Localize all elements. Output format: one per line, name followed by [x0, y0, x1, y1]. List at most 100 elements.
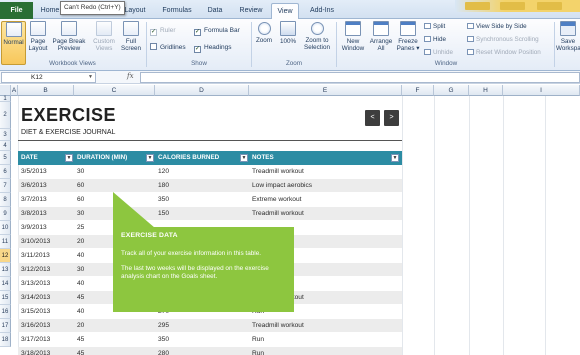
cell-calories[interactable]: 150: [155, 207, 169, 220]
cell-duration[interactable]: 20: [74, 319, 84, 332]
cell-notes[interactable]: Extreme workout: [249, 193, 301, 206]
cell-calories[interactable]: 350: [155, 193, 169, 206]
new-window-button[interactable]: New Window: [339, 21, 367, 52]
filter-dropdown-icon[interactable]: ▼: [65, 154, 73, 162]
zoom-100-button[interactable]: 100%: [277, 21, 299, 45]
cell-date[interactable]: 3/12/2013: [18, 263, 50, 276]
table-row[interactable]: 3/17/2013 45 350 Run: [18, 333, 402, 346]
row-header-9[interactable]: 9: [0, 207, 11, 221]
cell-date[interactable]: 3/18/2013: [18, 347, 50, 355]
freeze-panes-button[interactable]: Freeze Panes ▾: [395, 21, 421, 52]
cell-duration[interactable]: 40: [74, 305, 84, 318]
unhide-button[interactable]: Unhide: [424, 48, 453, 57]
tab-review[interactable]: Review: [234, 3, 268, 19]
cell-date[interactable]: 3/5/2013: [18, 165, 47, 178]
tab-data[interactable]: Data: [201, 3, 229, 19]
table-row[interactable]: 3/5/2013 30 120 Treadmill workout: [18, 165, 402, 178]
row-header-13[interactable]: 13: [0, 263, 11, 277]
cell-notes[interactable]: Run: [249, 333, 264, 346]
row-header-8[interactable]: 8: [0, 193, 11, 207]
headings-checkbox[interactable]: ✓ Headings: [194, 43, 231, 53]
cell-notes[interactable]: Treadmill workout: [249, 165, 304, 178]
row-header-6[interactable]: 6: [0, 165, 11, 179]
row-header-15[interactable]: 15: [0, 291, 11, 305]
cell-notes[interactable]: Treadmill workout: [249, 319, 304, 332]
ruler-checkbox[interactable]: ✓ Ruler: [150, 26, 176, 36]
row-header-16[interactable]: 16: [0, 305, 11, 319]
filter-dropdown-icon[interactable]: ▼: [240, 154, 248, 162]
column-header-d[interactable]: D: [155, 85, 249, 96]
gridlines-checkbox[interactable]: Gridlines: [150, 43, 186, 52]
cell-duration[interactable]: 45: [74, 347, 84, 355]
cell-duration[interactable]: 30: [74, 263, 84, 276]
column-header-b[interactable]: B: [18, 85, 74, 96]
cell-date[interactable]: 3/14/2013: [18, 291, 50, 304]
cell-notes[interactable]: Low impact aerobics: [249, 179, 312, 192]
formula-input[interactable]: [140, 72, 580, 83]
split-button[interactable]: Split: [424, 22, 445, 31]
row-header-3[interactable]: 3: [0, 129, 11, 141]
synchronous-scrolling-button[interactable]: Synchronous Scrolling: [467, 35, 539, 44]
cell-date[interactable]: 3/6/2013: [18, 179, 47, 192]
cell-duration[interactable]: 20: [74, 235, 84, 248]
cell-duration[interactable]: 30: [74, 207, 84, 220]
normal-view-button[interactable]: Normal: [1, 21, 26, 65]
table-row[interactable]: 3/18/2013 45 280 Run: [18, 347, 402, 355]
full-screen-button[interactable]: Full Screen: [119, 21, 143, 52]
column-header-f[interactable]: F: [402, 85, 434, 96]
cell-date[interactable]: 3/7/2013: [18, 193, 47, 206]
cell-duration[interactable]: 60: [74, 179, 84, 192]
cell-calories[interactable]: 180: [155, 179, 169, 192]
cell-duration[interactable]: 40: [74, 249, 84, 262]
column-header-a[interactable]: A: [11, 85, 18, 96]
tab-add-ins[interactable]: Add-Ins: [305, 3, 339, 19]
custom-views-button[interactable]: Custom Views: [90, 21, 118, 52]
cell-duration[interactable]: 45: [74, 291, 84, 304]
table-row[interactable]: 3/16/2013 20 295 Treadmill workout: [18, 319, 402, 332]
row-header-4[interactable]: 4: [0, 141, 11, 151]
name-box[interactable]: K12 ▼: [1, 72, 96, 83]
cell-calories[interactable]: 350: [155, 333, 169, 346]
cell-calories[interactable]: 280: [155, 347, 169, 355]
cell-date[interactable]: 3/9/2013: [18, 221, 47, 234]
column-header-e[interactable]: E: [249, 85, 402, 96]
filter-dropdown-icon[interactable]: ▼: [391, 154, 399, 162]
save-workspace-button[interactable]: Save Workspa...: [556, 21, 580, 52]
tab-formulas[interactable]: Formulas: [158, 3, 196, 19]
cell-notes[interactable]: Treadmill workout: [249, 207, 304, 220]
cell-date[interactable]: 3/11/2013: [18, 249, 50, 262]
cell-date[interactable]: 3/13/2013: [18, 277, 50, 290]
formula-bar-checkbox[interactable]: ✓ Formula Bar: [194, 26, 240, 36]
table-row[interactable]: 3/7/2013 60 350 Extreme workout: [18, 193, 402, 206]
chevron-down-icon[interactable]: ▼: [88, 73, 93, 82]
column-header-i[interactable]: I: [503, 85, 580, 96]
previous-sheet-button[interactable]: <: [365, 110, 380, 126]
tab-view[interactable]: View: [271, 3, 299, 19]
reset-window-position-button[interactable]: Reset Window Position: [467, 48, 541, 57]
cell-date[interactable]: 3/10/2013: [18, 235, 50, 248]
row-header-18[interactable]: 18: [0, 333, 11, 347]
cell-date[interactable]: 3/17/2013: [18, 333, 50, 346]
row-header-12[interactable]: 12: [0, 249, 11, 263]
row-header-2[interactable]: 2: [0, 102, 11, 129]
row-header-11[interactable]: 11: [0, 235, 11, 249]
cell-duration[interactable]: 45: [74, 333, 84, 346]
view-side-by-side-button[interactable]: View Side by Side: [467, 22, 527, 31]
select-all-corner[interactable]: [0, 85, 11, 96]
cell-duration[interactable]: 40: [74, 277, 84, 290]
hide-button[interactable]: Hide: [424, 35, 446, 44]
cell-duration[interactable]: 30: [74, 165, 84, 178]
cell-calories[interactable]: 295: [155, 319, 169, 332]
page-layout-button[interactable]: Page Layout: [27, 21, 49, 52]
column-header-c[interactable]: C: [74, 85, 155, 96]
row-header-17[interactable]: 17: [0, 319, 11, 333]
column-header-h[interactable]: H: [469, 85, 503, 96]
cell-notes[interactable]: Run: [249, 347, 264, 355]
row-header-14[interactable]: 14: [0, 277, 11, 291]
cell-date[interactable]: 3/16/2013: [18, 319, 50, 332]
cell-calories[interactable]: 120: [155, 165, 169, 178]
cell-duration[interactable]: 25: [74, 221, 84, 234]
function-icon[interactable]: fx: [127, 72, 134, 80]
page-break-preview-button[interactable]: Page Break Preview: [50, 21, 88, 52]
zoom-to-selection-button[interactable]: Zoom to Selection: [301, 21, 333, 51]
